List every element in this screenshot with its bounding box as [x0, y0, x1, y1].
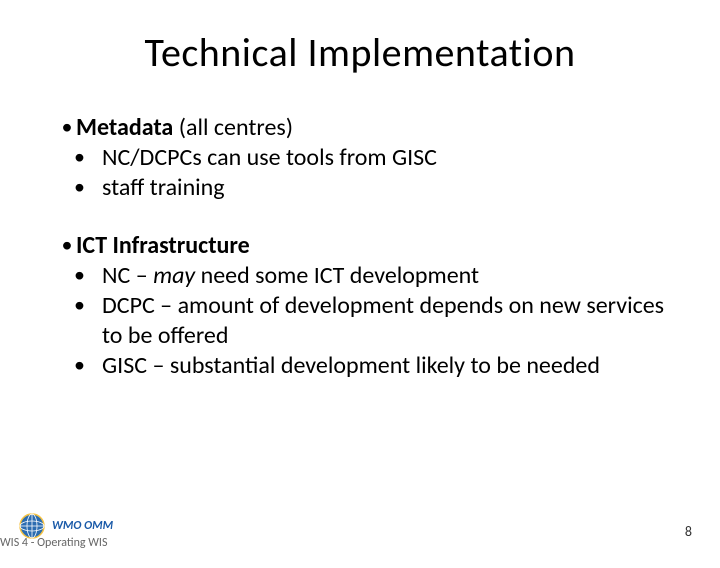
heading-text: Metadata (all centres) [76, 113, 293, 143]
page-number: 8 [685, 523, 692, 540]
item-suffix: need some ICT development [195, 261, 479, 290]
item-text: NC – may need some ICT development [102, 261, 680, 291]
bullet-icon: • [60, 231, 74, 260]
content-group: • Metadata (all centres) • NC/DCPCs can … [60, 113, 680, 203]
bullet-icon: • [74, 143, 102, 172]
list-item: • staff training [74, 173, 680, 203]
group-heading: • ICT Infrastructure [60, 231, 680, 261]
bullet-icon: • [60, 113, 74, 142]
bullet-icon: • [74, 173, 102, 202]
heading-text: ICT Infrastructure [76, 231, 250, 261]
heading-bold: ICT Infrastructure [76, 231, 250, 260]
list-item: • NC/DCPCs can use tools from GISC [74, 143, 680, 173]
slide: Technical Implementation • Metadata (all… [0, 28, 720, 568]
heading-rest: (all centres) [173, 113, 293, 142]
list-item: • GISC – substantial development likely … [74, 351, 680, 381]
bullet-icon: • [74, 351, 102, 380]
slide-footer: WMO OMM WIS 4 - Operating WIS 8 [0, 510, 720, 550]
item-italic: may [153, 261, 195, 290]
slide-content: • Metadata (all centres) • NC/DCPCs can … [60, 113, 680, 381]
item-text: NC/DCPCs can use tools from GISC [102, 143, 680, 173]
item-text: DCPC – amount of development depends on … [102, 291, 680, 351]
list-item: • DCPC – amount of development depends o… [74, 291, 680, 351]
group-heading: • Metadata (all centres) [60, 113, 680, 143]
heading-bold: Metadata [76, 113, 173, 142]
bullet-icon: • [74, 261, 102, 290]
list-item: • NC – may need some ICT development [74, 261, 680, 291]
item-text: GISC – substantial development likely to… [102, 351, 680, 381]
content-group: • ICT Infrastructure • NC – may need som… [60, 231, 680, 381]
slide-title: Technical Implementation [0, 28, 720, 77]
bullet-icon: • [74, 291, 102, 320]
logo-text: WMO OMM [52, 520, 113, 532]
item-prefix: NC – [102, 261, 153, 290]
footer-label: WIS 4 - Operating WIS [0, 536, 107, 550]
item-text: staff training [102, 173, 680, 203]
